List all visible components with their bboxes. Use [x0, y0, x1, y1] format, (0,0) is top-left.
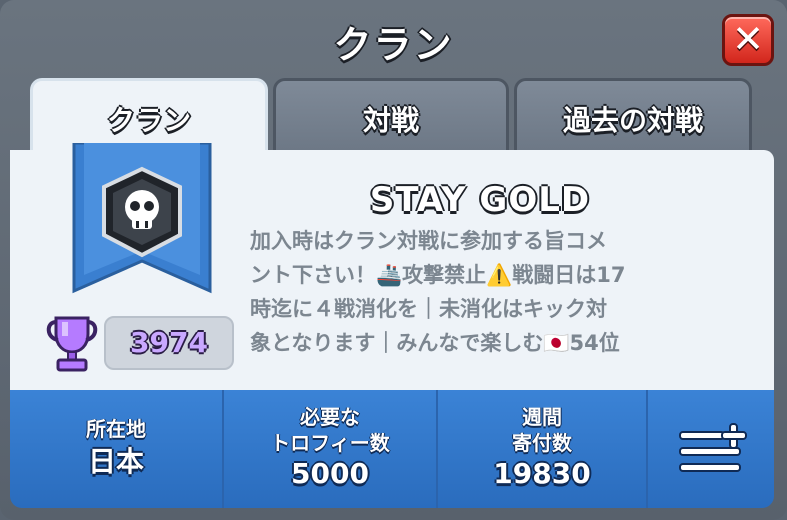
tab-war[interactable]: 対戦: [273, 78, 509, 150]
stat-weekly-donations-label-1: 週間: [522, 405, 562, 429]
description-line: ント下さい！🚢攻撃禁止⚠️戦闘日は17: [250, 263, 626, 287]
tab-war-label: 対戦: [362, 104, 419, 137]
description-line: 加入時はクラン対戦に参加する旨コメ: [250, 229, 607, 253]
description-line: 象となります｜みんなで楽しむ🇯🇵54位: [250, 331, 620, 355]
stat-location-value: 日本: [87, 445, 144, 478]
stat-required-trophies-label-2: トロフィー数: [270, 431, 390, 455]
close-button[interactable]: ✕: [722, 14, 774, 66]
clan-trophies-box: 3974: [104, 316, 234, 370]
tab-war-log-label: 過去の対戦: [562, 104, 703, 137]
close-icon: ✕: [732, 17, 764, 61]
stat-weekly-donations-label-2: 寄付数: [512, 431, 572, 455]
stat-location-label: 所在地: [86, 417, 146, 441]
description-line: 時迄に４戦消化を｜未消化はキック対: [250, 297, 607, 321]
stat-weekly-donations: 週間 寄付数 19830: [438, 390, 648, 508]
skull-badge-icon: [72, 143, 212, 294]
list-add-button[interactable]: [672, 420, 756, 480]
tab-clan-label: クラン: [106, 104, 191, 137]
stat-required-trophies-label-1: 必要な: [300, 405, 360, 429]
clan-description: 加入時はクラン対戦に参加する旨コメ ント下さい！🚢攻撃禁止⚠️戦闘日は17 時迄…: [250, 224, 710, 360]
stat-weekly-donations-value: 19830: [493, 457, 591, 490]
clan-name: STAY GOLD: [369, 180, 591, 220]
stat-location: 所在地 日本: [10, 390, 224, 508]
clan-trophies-value: 3974: [130, 326, 208, 359]
stat-required-trophies: 必要な トロフィー数 5000: [224, 390, 438, 508]
stat-required-trophies-value: 5000: [291, 457, 369, 490]
tab-war-log[interactable]: 過去の対戦: [514, 78, 752, 150]
list-add-icon: [679, 423, 747, 472]
dialog-title: クラン: [333, 23, 454, 67]
trophy-icon: [46, 316, 98, 372]
clan-stats-bar: 所在地 日本 必要な トロフィー数 5000 週間 寄付数 19830: [10, 390, 774, 508]
